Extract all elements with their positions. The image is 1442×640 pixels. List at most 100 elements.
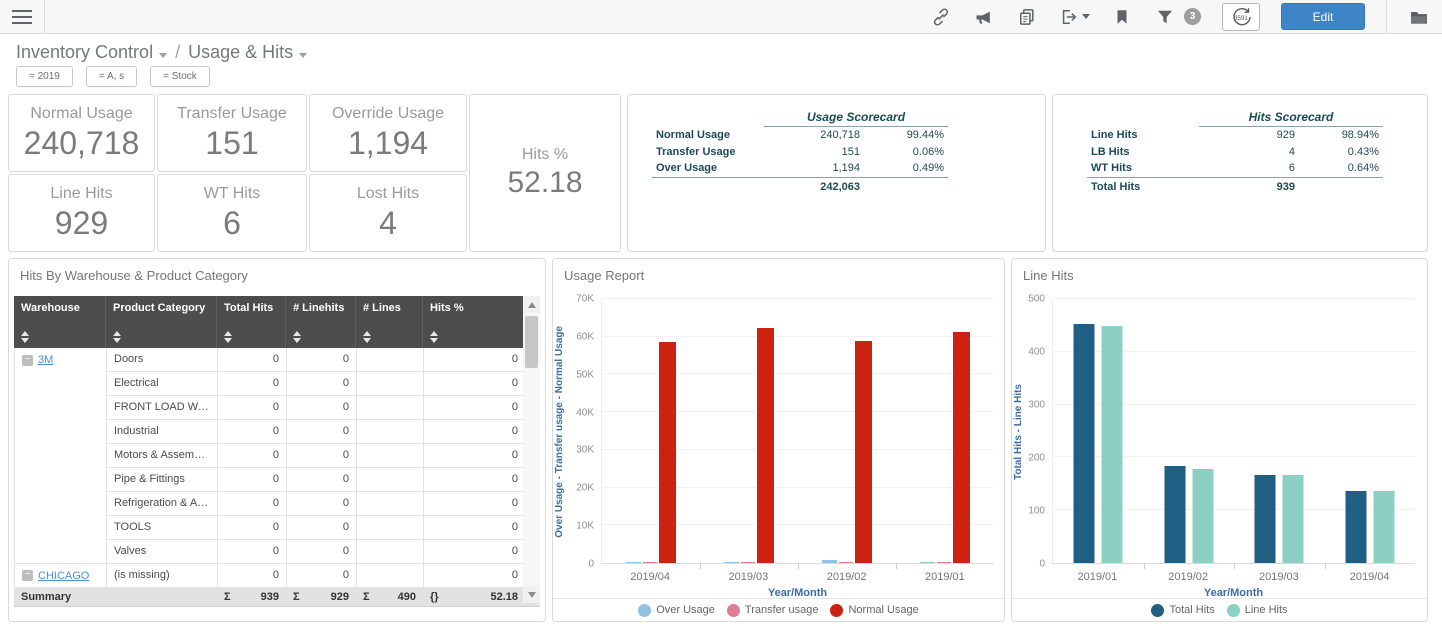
y-axis-ticks: 0100200300400500 [1012, 299, 1045, 564]
kpi-card: Override Usage1,194 [309, 94, 467, 172]
aggregate-icon: Σ [224, 591, 231, 603]
scorecard-pct: 98.94% [1299, 126, 1383, 143]
bar-total-hits[interactable] [1164, 466, 1185, 563]
dashboard-app: 3 3591 Edit Inventory Control / Usage & [0, 0, 1442, 640]
filter-chip[interactable]: = A, s [86, 66, 137, 87]
bookmark-icon[interactable] [1111, 6, 1133, 28]
edit-button[interactable]: Edit [1281, 3, 1365, 30]
legend-item[interactable]: Transfer usage [727, 604, 819, 617]
bar-total-hits[interactable] [1345, 491, 1366, 563]
legend-item[interactable]: Total Hits [1151, 604, 1214, 617]
column-header-warehouse[interactable]: Warehouse [14, 296, 106, 348]
legend-item[interactable]: Line Hits [1227, 604, 1288, 617]
value-cell: 0 [218, 540, 287, 564]
bar-normal-usage[interactable] [953, 332, 970, 563]
filter-icon[interactable] [1154, 6, 1176, 28]
bar-line-hits[interactable] [1283, 475, 1304, 563]
bar-normal-usage[interactable] [855, 341, 872, 563]
plot-area [601, 299, 994, 564]
sort-icon[interactable] [113, 331, 122, 343]
value-cell: 0 [287, 540, 357, 564]
bar-group [626, 299, 676, 563]
sort-icon[interactable] [293, 331, 302, 343]
collapse-icon[interactable]: − [22, 355, 33, 366]
bar-transfer-usage[interactable] [839, 562, 853, 563]
sort-icon[interactable] [430, 331, 439, 343]
value-cell [357, 492, 424, 516]
sort-icon[interactable] [224, 331, 233, 343]
scroll-up-icon[interactable] [523, 296, 540, 313]
bar-line-hits[interactable] [1373, 491, 1394, 563]
value-cell: 0 [218, 396, 287, 420]
sort-icon[interactable] [21, 331, 30, 343]
breadcrumb-current[interactable]: Usage & Hits [188, 42, 307, 63]
value-cell: 0 [218, 564, 287, 588]
legend-label: Normal Usage [848, 604, 918, 616]
scorecard-total-value: 939 [1199, 177, 1299, 194]
x-tick-label: 2019/04 [1350, 571, 1390, 583]
column-header-hits-[interactable]: Hits % [423, 296, 525, 348]
warehouse-link[interactable]: CHICAGO [38, 570, 89, 582]
kpi-label: Transfer Usage [177, 105, 287, 123]
category-cell: (is missing) [107, 564, 218, 588]
kpi-label: Hits % [522, 146, 568, 164]
export-button[interactable] [1059, 7, 1090, 27]
legend-item[interactable]: Normal Usage [830, 604, 918, 617]
table-row: −3MDoors000 [15, 348, 540, 372]
kpi-value: 240,718 [24, 125, 140, 162]
bar-over-usage[interactable] [822, 560, 837, 563]
filter-count-badge[interactable]: 3 [1184, 8, 1201, 25]
column-header-total-hits[interactable]: Total Hits [217, 296, 286, 348]
bar-line-hits[interactable] [1102, 326, 1123, 563]
table-body: −3MDoors000Electrical000FRONT LOAD WASHE… [14, 348, 540, 588]
sort-icon[interactable] [363, 331, 372, 343]
warehouse-link[interactable]: 3M [38, 354, 53, 366]
column-header-label: Product Category [113, 302, 210, 314]
value-cell: 0 [287, 444, 357, 468]
chart-legend: Total Hits Line Hits [1012, 598, 1427, 621]
bar-total-hits[interactable] [1255, 475, 1276, 563]
bar-normal-usage[interactable] [659, 342, 676, 563]
category-cell: Pipe & Fittings [107, 468, 218, 492]
column-header-label: Warehouse [21, 302, 99, 314]
y-tick-label: 70K [576, 294, 594, 305]
bar-transfer-usage[interactable] [643, 562, 657, 563]
scroll-down-icon[interactable] [523, 586, 540, 603]
y-tick-label: 500 [1028, 294, 1045, 305]
bar-normal-usage[interactable] [757, 328, 774, 563]
filter-chip[interactable]: = 2019 [16, 66, 73, 87]
legend-item[interactable]: Over Usage [638, 604, 715, 617]
column-header-product-category[interactable]: Product Category [106, 296, 217, 348]
table-scrollbar[interactable] [523, 296, 540, 603]
copy-icon[interactable] [1016, 6, 1038, 28]
collapse-icon[interactable]: − [22, 570, 33, 581]
bar-transfer-usage[interactable] [741, 562, 755, 563]
chevron-down-icon [1082, 14, 1090, 19]
link-icon[interactable] [930, 6, 952, 28]
kpi-card: Transfer Usage151 [157, 94, 307, 172]
y-tick-label: 50K [576, 369, 594, 380]
scrollbar-thumb[interactable] [525, 316, 538, 368]
column-header--lines[interactable]: # Lines [356, 296, 423, 348]
y-tick-label: 20K [576, 483, 594, 494]
bar-over-usage[interactable] [626, 562, 641, 563]
megaphone-icon[interactable] [973, 6, 995, 28]
scorecard-row: Over Usage1,1940.49% [652, 160, 948, 177]
menu-icon[interactable] [0, 0, 44, 34]
y-tick-label: 0 [588, 559, 594, 570]
legend-swatch [1151, 604, 1164, 617]
bar-over-usage[interactable] [920, 562, 935, 563]
folder-icon[interactable] [1408, 6, 1430, 28]
scorecard-total-label [652, 177, 764, 194]
breadcrumb-parent[interactable]: Inventory Control [16, 42, 167, 63]
bar-over-usage[interactable] [724, 562, 739, 563]
history-button[interactable]: 3591 [1222, 3, 1260, 31]
column-header--linehits[interactable]: # Linehits [286, 296, 356, 348]
table-summary-row: SummaryΣ939Σ929Σ490{}52.18 [14, 588, 540, 607]
kpi-label: Lost Hits [357, 185, 419, 203]
filter-chip[interactable]: = Stock [150, 66, 210, 87]
table-row: Refrigeration & Air Co...000 [15, 492, 540, 516]
bar-total-hits[interactable] [1074, 324, 1095, 563]
bar-line-hits[interactable] [1192, 469, 1213, 564]
bar-transfer-usage[interactable] [937, 562, 951, 563]
